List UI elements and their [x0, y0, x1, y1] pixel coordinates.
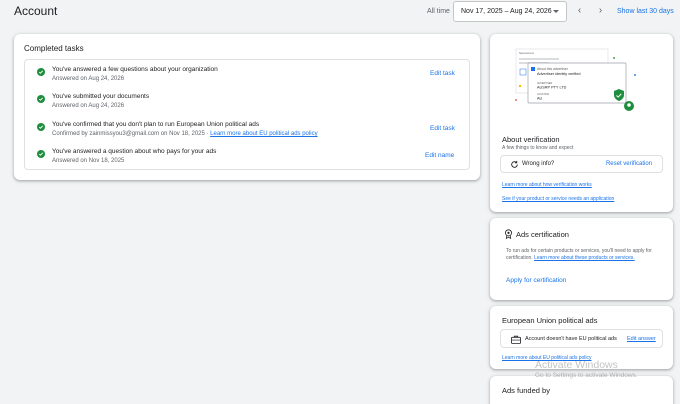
- activate-windows-hint: Go to Settings to activate Windows.: [535, 372, 638, 379]
- edit-answer-button[interactable]: Edit answer: [627, 336, 656, 342]
- chevron-right-icon[interactable]: ›: [596, 6, 605, 16]
- check-circle-icon: [37, 150, 45, 158]
- check-circle-icon: [37, 68, 45, 76]
- task-title: You've submitted your documents: [52, 93, 150, 100]
- certification-learn-more-link[interactable]: Learn more about these products or servi…: [534, 255, 635, 261]
- task-title: You've confirmed that you don't plan to …: [52, 121, 260, 128]
- task-item: You've answered a question about who pay…: [25, 148, 469, 170]
- briefcase-icon: [511, 335, 521, 344]
- completed-tasks-card: Completed tasks You've answered a few qu…: [14, 34, 480, 180]
- ads-certification-card: Ads certification To run ads for certain…: [490, 218, 673, 300]
- ads-funded-by-card: Ads funded by: [490, 376, 673, 404]
- sponsored-label: Sponsored: [519, 51, 534, 55]
- task-subtitle: Answered on Aug 24, 2026: [52, 103, 125, 109]
- task-subtitle: Confirmed by zainmissyou3@gmail.com on N…: [52, 131, 318, 137]
- ads-funded-by-heading: Ads funded by: [502, 386, 550, 395]
- edit-name-button[interactable]: Edit name: [425, 152, 454, 159]
- certification-description: To run ads for certain products or servi…: [506, 248, 662, 262]
- task-subtitle: Answered on Nov 18, 2025: [52, 158, 125, 164]
- eu-political-ads-status-box: Account doesn't have EU political ads Ed…: [500, 329, 663, 348]
- task-list: You've answered a few questions about yo…: [24, 59, 470, 170]
- ads-certification-heading: Ads certification: [516, 230, 569, 239]
- eu-political-ads-heading: European Union political ads: [502, 316, 598, 325]
- about-verification-heading: About verification: [502, 135, 560, 144]
- all-time-label: All time: [427, 8, 450, 15]
- application-needed-link[interactable]: See if your product or service needs an …: [502, 196, 614, 202]
- dropdown-caret-icon: [553, 10, 559, 13]
- about-verification-subtitle: A few things to know and expect: [502, 145, 574, 151]
- task-subtitle: Answered on Aug 24, 2026: [52, 76, 125, 82]
- identity-verified-label: Advertiser identity verified: [537, 72, 580, 76]
- apply-for-certification-button[interactable]: Apply for certification: [506, 277, 566, 284]
- location-value: AU: [537, 97, 543, 101]
- edit-task-button[interactable]: Edit task: [430, 125, 455, 132]
- reset-verification-button[interactable]: Reset verification: [606, 161, 652, 167]
- top-bar: Account All time Nov 17, 2025 – Aug 24, …: [0, 0, 680, 24]
- show-last-30-days-link[interactable]: Show last 30 days: [617, 8, 674, 15]
- eu-status-text: Account doesn't have EU political ads: [525, 336, 617, 342]
- about-advertiser-label: About this advertiser: [537, 67, 569, 71]
- activate-windows-watermark: Activate Windows: [535, 359, 618, 371]
- task-subtitle-text: Confirmed by zainmissyou3@gmail.com on N…: [52, 131, 211, 137]
- reset-icon: [511, 160, 518, 168]
- date-range-picker[interactable]: Nov 17, 2025 – Aug 24, 2026: [453, 1, 567, 22]
- wrong-info-box: Wrong info? Reset verification: [500, 155, 663, 173]
- task-title: You've answered a question about who pay…: [52, 148, 217, 155]
- task-item: You've answered a few questions about yo…: [25, 66, 469, 88]
- edit-task-button[interactable]: Edit task: [430, 70, 455, 77]
- task-item: You've confirmed that you don't plan to …: [25, 121, 469, 143]
- task-title: You've answered a few questions about yo…: [52, 66, 218, 73]
- wrong-info-label: Wrong info?: [522, 161, 555, 167]
- verification-how-link[interactable]: Learn more about how verification works: [502, 182, 592, 188]
- completed-tasks-heading: Completed tasks: [24, 44, 84, 53]
- chevron-left-icon[interactable]: ‹: [575, 6, 584, 16]
- page-title: Account: [14, 4, 58, 18]
- about-verification-card: Sponsored About this advertiser Advertis…: [490, 34, 673, 212]
- verification-illustration: Sponsored About this advertiser Advertis…: [515, 48, 636, 111]
- certificate-icon: [505, 229, 512, 239]
- date-range-value: Nov 17, 2025 – Aug 24, 2026: [461, 8, 552, 15]
- task-item: You've submitted your documents Answered…: [25, 93, 469, 115]
- check-circle-icon: [37, 95, 45, 103]
- check-circle-icon: [37, 123, 45, 131]
- advertiser-name: AUSRP PTY LTD: [537, 86, 567, 90]
- eu-policy-link[interactable]: Learn more about EU political ads policy: [210, 131, 317, 137]
